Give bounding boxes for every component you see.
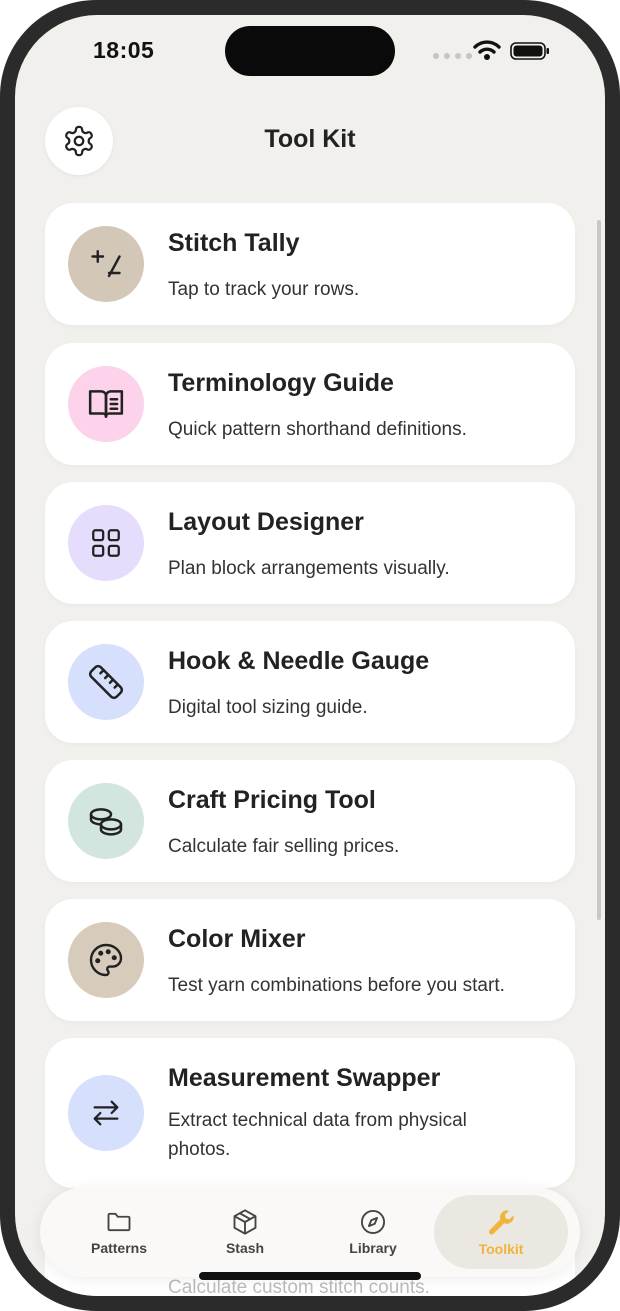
tool-title: Measurement Swapper (168, 1064, 441, 1092)
tool-title: Hook & Needle Gauge (168, 647, 430, 675)
tool-description: Digital tool sizing guide. (168, 697, 368, 718)
tool-description: Test yarn combinations before you start. (168, 975, 505, 996)
tool-card-stitch-tally[interactable]: Stitch Tally Tap to track your rows. (45, 203, 575, 325)
battery-icon (510, 42, 549, 60)
tab-stash[interactable]: Stash (178, 1195, 312, 1269)
tool-title: Terminology Guide (168, 369, 394, 397)
tool-card-color-mixer[interactable]: Color Mixer Test yarn combinations befor… (45, 899, 575, 1021)
tool-icon-badge (68, 644, 144, 720)
plus-minus-icon (91, 250, 121, 278)
box-icon (233, 1209, 257, 1235)
folder-icon (107, 1212, 131, 1232)
tool-icon-badge (68, 226, 144, 302)
compass-icon (360, 1209, 386, 1235)
book-icon (88, 390, 124, 418)
tool-title: Color Mixer (168, 925, 306, 953)
status-time: 18:05 (93, 37, 155, 63)
coins-icon (89, 808, 123, 836)
phone-frame: 18:05 Tool Kit Stitch Tally Tap to track… (0, 0, 620, 1311)
ruler-icon (88, 664, 124, 700)
tab-library[interactable]: Library (306, 1195, 440, 1269)
tool-card-hook-needle-gauge[interactable]: Hook & Needle Gauge Digital tool sizing … (45, 621, 575, 743)
tool-description: Tap to track your rows. (168, 279, 360, 300)
tool-title: Layout Designer (168, 508, 364, 536)
tool-icon-badge (68, 366, 144, 442)
tool-description: Plan block arrangements visually. (168, 558, 450, 579)
tool-title: Stitch Tally (168, 229, 300, 257)
tab-bar: Patterns Stash Library Toolkit (40, 1187, 580, 1277)
home-indicator (199, 1272, 421, 1280)
palette-icon (89, 943, 123, 977)
wrench-icon (488, 1210, 514, 1235)
tab-toolkit[interactable]: Toolkit (434, 1195, 568, 1269)
tool-icon-badge (68, 783, 144, 859)
tab-label: Patterns (90, 1240, 148, 1256)
tab-patterns[interactable]: Patterns (52, 1195, 186, 1269)
tab-label: Stash (225, 1240, 265, 1256)
tool-description: Quick pattern shorthand definitions. (168, 419, 467, 440)
cellular-signal-icon (433, 53, 472, 59)
tool-card-measurement-swapper[interactable]: Measurement Swapper Extract technical da… (45, 1038, 575, 1188)
tool-card-layout-designer[interactable]: Layout Designer Plan block arrangements … (45, 482, 575, 604)
tool-description: Extract technical data from physical pho… (168, 1110, 467, 1160)
grid-icon (92, 529, 120, 557)
tool-icon-badge (68, 1075, 144, 1151)
scrollbar[interactable] (597, 220, 601, 920)
tool-description: Calculate fair selling prices. (168, 836, 400, 857)
wifi-icon (473, 40, 501, 60)
page-title: Tool Kit (264, 125, 356, 153)
tool-card-craft-pricing-tool[interactable]: Craft Pricing Tool Calculate fair sellin… (45, 760, 575, 882)
tool-card-terminology-guide[interactable]: Terminology Guide Quick pattern shorthan… (45, 343, 575, 465)
dynamic-island (225, 26, 395, 76)
swap-arrows-icon (93, 1100, 119, 1126)
tool-icon-badge (68, 922, 144, 998)
tab-label: Library (349, 1240, 397, 1256)
app-screen: 18:05 Tool Kit Stitch Tally Tap to track… (15, 15, 605, 1296)
tool-icon-badge (68, 505, 144, 581)
tab-label: Toolkit (478, 1241, 524, 1257)
tool-title: Craft Pricing Tool (168, 786, 376, 814)
